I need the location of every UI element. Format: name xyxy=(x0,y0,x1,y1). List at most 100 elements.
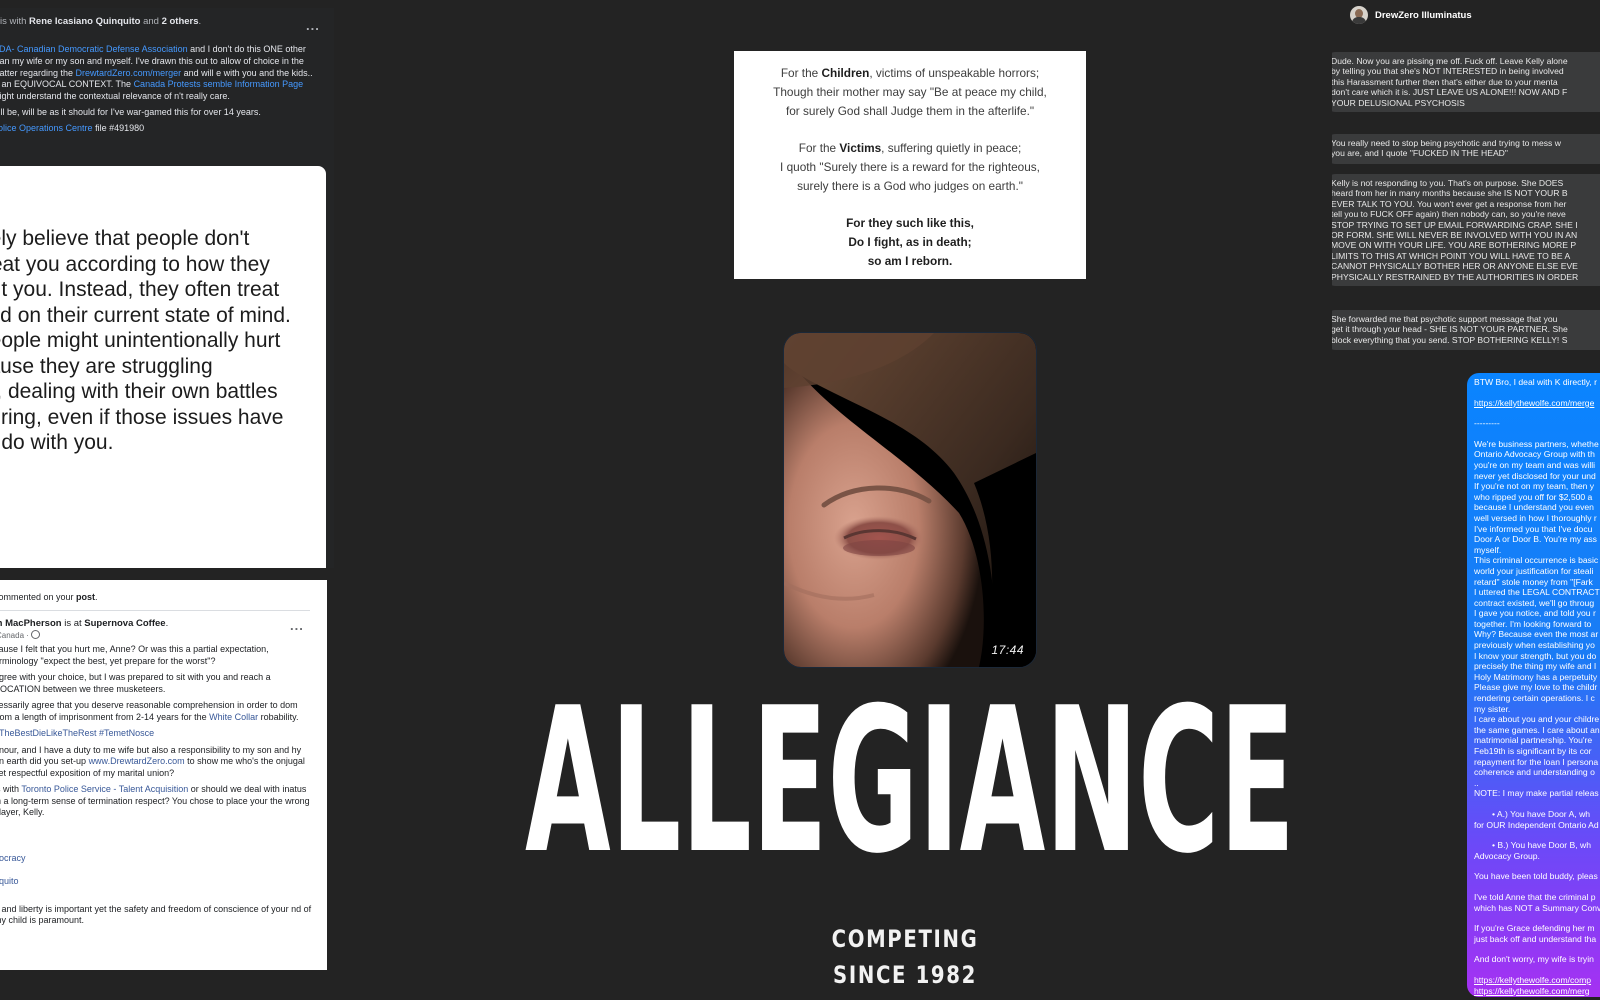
post-options-button[interactable]: ... xyxy=(306,19,320,32)
message-line: Ontario Advocacy Group with th xyxy=(1474,449,1595,460)
message-line: If you're Grace defending her m xyxy=(1474,923,1595,934)
message-line: I care about you and your childre xyxy=(1474,714,1600,725)
message-line: never yet disclosed for your und xyxy=(1474,470,1596,481)
message-bubble[interactable]: Dude. Now you are pissing me off. Fuck o… xyxy=(1332,52,1600,112)
comment-paragraph: g and liberty is important yet the safet… xyxy=(0,903,312,926)
merger-url-link-2[interactable]: https://kellythewolfe.com/merg xyxy=(1474,986,1600,997)
notification-line: commented on your post. xyxy=(0,592,98,602)
message-line: you're on my team and was willi xyxy=(1474,459,1596,470)
photo-image xyxy=(784,333,1036,667)
message-line: I uttered the LEGAL CONTRACT xyxy=(1474,587,1600,598)
poem-line: For they such like this, xyxy=(846,216,974,230)
globe-icon xyxy=(31,630,41,639)
police-operations-link[interactable]: Police Operations Centre xyxy=(0,123,93,133)
author-mid: is at xyxy=(61,618,85,629)
message-line: PHYSICALLY RESTRAINED BY THE AUTHORITIES… xyxy=(1332,271,1579,282)
message-bubble[interactable]: You really need to stop being psychotic … xyxy=(1332,134,1600,164)
merger-url-link[interactable]: https://kellythewolfe.com/merge xyxy=(1474,398,1600,409)
allegiance-title-svg: ALLEGIANCE xyxy=(525,690,1295,870)
avatar[interactable] xyxy=(1350,6,1368,24)
quinquito-link[interactable]: nquito xyxy=(0,876,19,886)
message-bubble[interactable]: She forwarded me that psychotic support … xyxy=(1332,310,1600,350)
face-photo[interactable]: 17:44 xyxy=(783,332,1037,668)
message-line: CANNOT PHYSICALLY BOTHER HER OR ANYONE E… xyxy=(1332,261,1578,272)
comment-options-button[interactable]: ... xyxy=(290,619,304,632)
message-line: world your justification for steali xyxy=(1474,565,1594,576)
message-line: STOP TRYING TO SET UP EMAIL FORWARDING C… xyxy=(1332,219,1578,230)
tagged-others-link[interactable]: 2 others xyxy=(162,16,199,27)
comment-text: robability. xyxy=(258,711,299,722)
cdda-link[interactable]: ODA- Canadian Democratic Defense Associa… xyxy=(0,44,188,54)
allegiance-title: ALLEGIANCE xyxy=(520,690,1300,870)
post-tag-line: is with Rene Icasiano Quinquito and 2 ot… xyxy=(0,16,201,27)
poem-text: , suffering quietly in peace; xyxy=(881,141,1022,155)
post-text: might understand the contextual relevanc… xyxy=(0,91,230,102)
message-line: Please give my love to the childr xyxy=(1474,682,1598,693)
author-name-link[interactable]: m MacPherson xyxy=(0,618,62,629)
canada-protests-link[interactable]: Canada Protests semble Information Page xyxy=(134,79,304,89)
tagline-line-2: SINCE 1982 xyxy=(833,961,977,989)
post-location: Canada · xyxy=(0,630,41,640)
quote-line: ffering, even if those issues have xyxy=(0,405,284,429)
location-text: Canada · xyxy=(0,631,29,640)
message-line: • B.) You have Door B, wh xyxy=(1492,840,1592,851)
message-line: BTW Bro, I deal with K directly, r xyxy=(1474,377,1598,387)
poem-line: I quoth "Surely there is a reward for th… xyxy=(780,160,1040,174)
comment-paragraph: agree with your choice, but I was prepar… xyxy=(0,672,271,694)
author-line: m MacPherson is at Supernova Coffee. xyxy=(0,618,168,629)
message-line: for OUR Independent Ontario Ad xyxy=(1474,819,1599,830)
post-paragraph-1: ODA- Canadian Democratic Defense Associa… xyxy=(0,44,322,103)
message-line: rendering certain operations. I c xyxy=(1474,693,1595,704)
comment-text: is with xyxy=(0,784,20,794)
message-line: this Harassment further then that's eith… xyxy=(1332,76,1558,87)
message-line: YOUR DELUSIONAL PSYCHOSIS xyxy=(1332,97,1465,108)
quote-image-card[interactable]: nely believe that people don't treat you… xyxy=(0,166,326,568)
comment-paragraph: nquito xyxy=(0,876,312,888)
poem-line: For the Victims, suffering quietly in pe… xyxy=(734,139,1086,158)
toronto-police-link[interactable]: Toronto Police Service - Talent Acquisit… xyxy=(21,784,188,794)
chat-header[interactable]: DrewZero Illuminatus xyxy=(1350,5,1472,25)
democracy-link[interactable]: nocracy xyxy=(0,853,26,863)
message-line: I know your strength, but you do xyxy=(1474,650,1597,661)
message-line: by telling you that she's NOT INTERESTED… xyxy=(1332,66,1564,77)
facebook-post-card: is with Rene Icasiano Quinquito and 2 ot… xyxy=(0,8,334,568)
author-end: . xyxy=(165,618,169,629)
quote-line: nely believe that people don't xyxy=(0,227,250,250)
sent-message-bubble[interactable]: BTW Bro, I deal with K directly, r https… xyxy=(1467,373,1600,997)
tagged-person-link[interactable]: Rene Icasiano Quinquito xyxy=(29,16,140,27)
comment-paragraph: cessarily agree that you deserve reasona… xyxy=(0,700,312,723)
comment-paragraph: cause I felt that you hurt me, Anne? Or … xyxy=(0,644,269,666)
quote-line: out you. Instead, they often treat xyxy=(0,278,280,301)
merger-link[interactable]: DrewtardZero.com/merger xyxy=(76,68,182,78)
message-line: block everything that you send. STOP BOT… xyxy=(1332,334,1568,345)
message-line: repayment for the loan I persona xyxy=(1474,756,1599,767)
poem-line: Do I fight, as in death; xyxy=(848,235,972,249)
message-line: And don't worry, my wife is tryin xyxy=(1474,954,1594,965)
place-link[interactable]: Supernova Coffee xyxy=(84,618,165,629)
post-body: ODA- Canadian Democratic Defense Associa… xyxy=(0,44,322,139)
message-line: NOTE: I may make partial releas xyxy=(1474,788,1599,799)
message-line: Holy Matrimony has a perpetuity xyxy=(1474,671,1598,682)
poem-text: , victims of unspeakable horrors; xyxy=(869,66,1040,80)
comp-url-link[interactable]: https://kellythewolfe.com/comp xyxy=(1474,975,1600,986)
message-line: who ripped you off for $2,500 a xyxy=(1474,491,1593,502)
white-collar-link[interactable]: White Collar xyxy=(209,712,258,722)
message-bubble[interactable]: Kelly is not responding to you. That's o… xyxy=(1332,174,1600,286)
contact-name[interactable]: DrewZero Illuminatus xyxy=(1375,10,1472,21)
quote-line: treat you according to how they xyxy=(0,252,270,276)
post-text: file #491980 xyxy=(92,122,145,133)
message-line: .. xyxy=(1474,777,1479,788)
poem-bold: Children xyxy=(821,66,870,80)
message-line: We're business partners, whethe xyxy=(1474,438,1599,449)
message-line: I've told Anne that the criminal p xyxy=(1474,891,1596,902)
message-line: OR FORM. SHE WILL NEVER BE INVOLVED WITH… xyxy=(1332,230,1578,241)
poem-stanza-1: For the Children, victims of unspeakable… xyxy=(734,64,1086,121)
poem-line: so am I reborn. xyxy=(867,254,953,268)
post-link[interactable]: post xyxy=(76,592,95,602)
message-line: Door A or Door B. You're my ass xyxy=(1474,534,1597,545)
hashtag-link[interactable]: nTheBestDieLikeTheRest #TemetNosce xyxy=(0,728,154,738)
drewtardzero-link[interactable]: www.DrewtardZero.com xyxy=(89,756,185,766)
